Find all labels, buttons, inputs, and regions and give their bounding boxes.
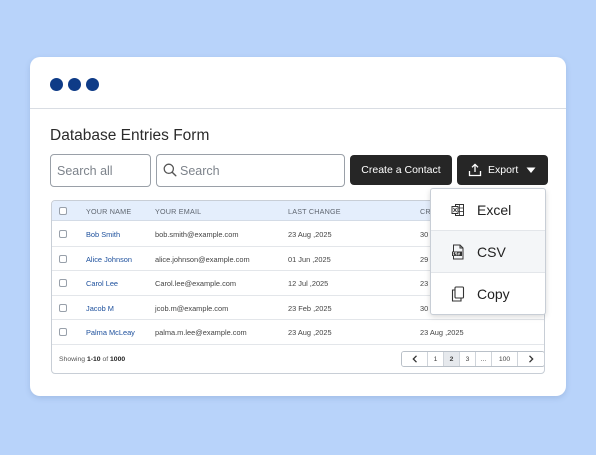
export-dropdown-menu: Excel CSV Copy bbox=[430, 188, 546, 315]
row-last-change: 23 Aug ,2025 bbox=[288, 328, 332, 337]
search-input[interactable] bbox=[180, 161, 340, 181]
table-row[interactable]: Palma McLeay palma.m.lee@example.com 23 … bbox=[52, 320, 544, 345]
export-excel-label: Excel bbox=[477, 201, 512, 218]
page-button-2[interactable]: 2 bbox=[444, 352, 460, 366]
export-copy-menu-item[interactable]: Copy bbox=[431, 273, 545, 315]
row-name-link[interactable]: Alice Johnson bbox=[86, 255, 132, 264]
table-footer: Showing 1-10 of 1000 1 2 3 ... 100 bbox=[52, 344, 544, 373]
export-button[interactable]: Export bbox=[457, 155, 548, 185]
row-email: palma.m.lee@example.com bbox=[155, 328, 247, 337]
csv-file-icon bbox=[451, 244, 465, 260]
search-field[interactable] bbox=[156, 154, 345, 187]
row-created: 23 Aug ,2025 bbox=[420, 328, 464, 337]
showing-count: Showing 1-10 of 1000 bbox=[59, 356, 125, 363]
window-dot-2[interactable] bbox=[68, 78, 81, 91]
pagination: 1 2 3 ... 100 bbox=[401, 351, 544, 367]
column-header-name[interactable]: YOUR NAME bbox=[86, 207, 131, 216]
row-email: alice.johnson@example.com bbox=[155, 254, 250, 264]
next-page-button[interactable] bbox=[518, 352, 544, 366]
upload-icon bbox=[468, 163, 482, 177]
row-name-link[interactable]: Bob Smith bbox=[86, 230, 120, 239]
showing-prefix: Showing bbox=[59, 356, 86, 363]
prev-page-button[interactable] bbox=[402, 352, 428, 366]
row-created: 30 bbox=[420, 303, 429, 313]
row-email: jcob.m@example.com bbox=[155, 303, 229, 313]
select-all-checkbox[interactable] bbox=[59, 207, 67, 215]
search-icon bbox=[163, 163, 177, 182]
row-email: Carol.lee@example.com bbox=[155, 279, 237, 288]
page-button-1[interactable]: 1 bbox=[428, 352, 444, 366]
showing-of: of bbox=[102, 356, 109, 363]
window-dot-1[interactable] bbox=[50, 78, 63, 91]
row-last-change: 01 Jun ,2025 bbox=[288, 254, 331, 264]
row-email: bob.smith@example.com bbox=[155, 230, 239, 239]
row-created: 29 bbox=[420, 254, 429, 264]
app-window: Database Entries Form Create a Contact E… bbox=[30, 57, 566, 396]
row-checkbox[interactable] bbox=[59, 230, 67, 238]
row-name-link[interactable]: Palma McLeay bbox=[86, 328, 135, 337]
page-button-3[interactable]: 3 bbox=[460, 352, 476, 366]
showing-range: 1-10 bbox=[86, 356, 101, 363]
window-dot-3[interactable] bbox=[86, 78, 99, 91]
showing-total: 1000 bbox=[110, 356, 126, 363]
row-name-link[interactable]: Jacob M bbox=[86, 304, 114, 313]
row-last-change: 12 Jul ,2025 bbox=[288, 279, 329, 288]
create-contact-button[interactable]: Create a Contact bbox=[350, 155, 452, 185]
row-checkbox[interactable] bbox=[59, 303, 67, 312]
row-last-change: 23 Feb ,2025 bbox=[288, 303, 332, 313]
row-last-change: 23 Aug ,2025 bbox=[288, 230, 332, 239]
row-created: 30 bbox=[420, 230, 429, 239]
export-csv-menu-item[interactable]: CSV bbox=[431, 231, 545, 273]
excel-icon bbox=[451, 203, 465, 217]
caret-down-icon bbox=[526, 167, 536, 174]
page-ellipsis: ... bbox=[476, 352, 492, 366]
chevron-left-icon bbox=[411, 355, 417, 363]
export-excel-menu-item[interactable]: Excel bbox=[431, 189, 545, 231]
row-checkbox[interactable] bbox=[59, 254, 67, 263]
page-button-100[interactable]: 100 bbox=[492, 352, 518, 366]
row-checkbox[interactable] bbox=[59, 279, 67, 287]
search-all-input[interactable] bbox=[50, 154, 151, 187]
export-label: Export bbox=[488, 164, 519, 176]
chevron-right-icon bbox=[529, 355, 534, 363]
title-bar bbox=[30, 57, 566, 109]
row-created: 23 bbox=[420, 279, 429, 288]
export-copy-label: Copy bbox=[477, 286, 510, 302]
row-name-link[interactable]: Carol Lee bbox=[86, 279, 118, 288]
export-csv-label: CSV bbox=[477, 243, 506, 260]
page-title: Database Entries Form bbox=[50, 127, 210, 144]
row-checkbox[interactable] bbox=[59, 328, 67, 336]
column-header-last-change[interactable]: LAST CHANGE bbox=[288, 207, 341, 216]
column-header-email[interactable]: YOUR EMAIL bbox=[155, 207, 201, 216]
copy-icon bbox=[451, 286, 465, 302]
